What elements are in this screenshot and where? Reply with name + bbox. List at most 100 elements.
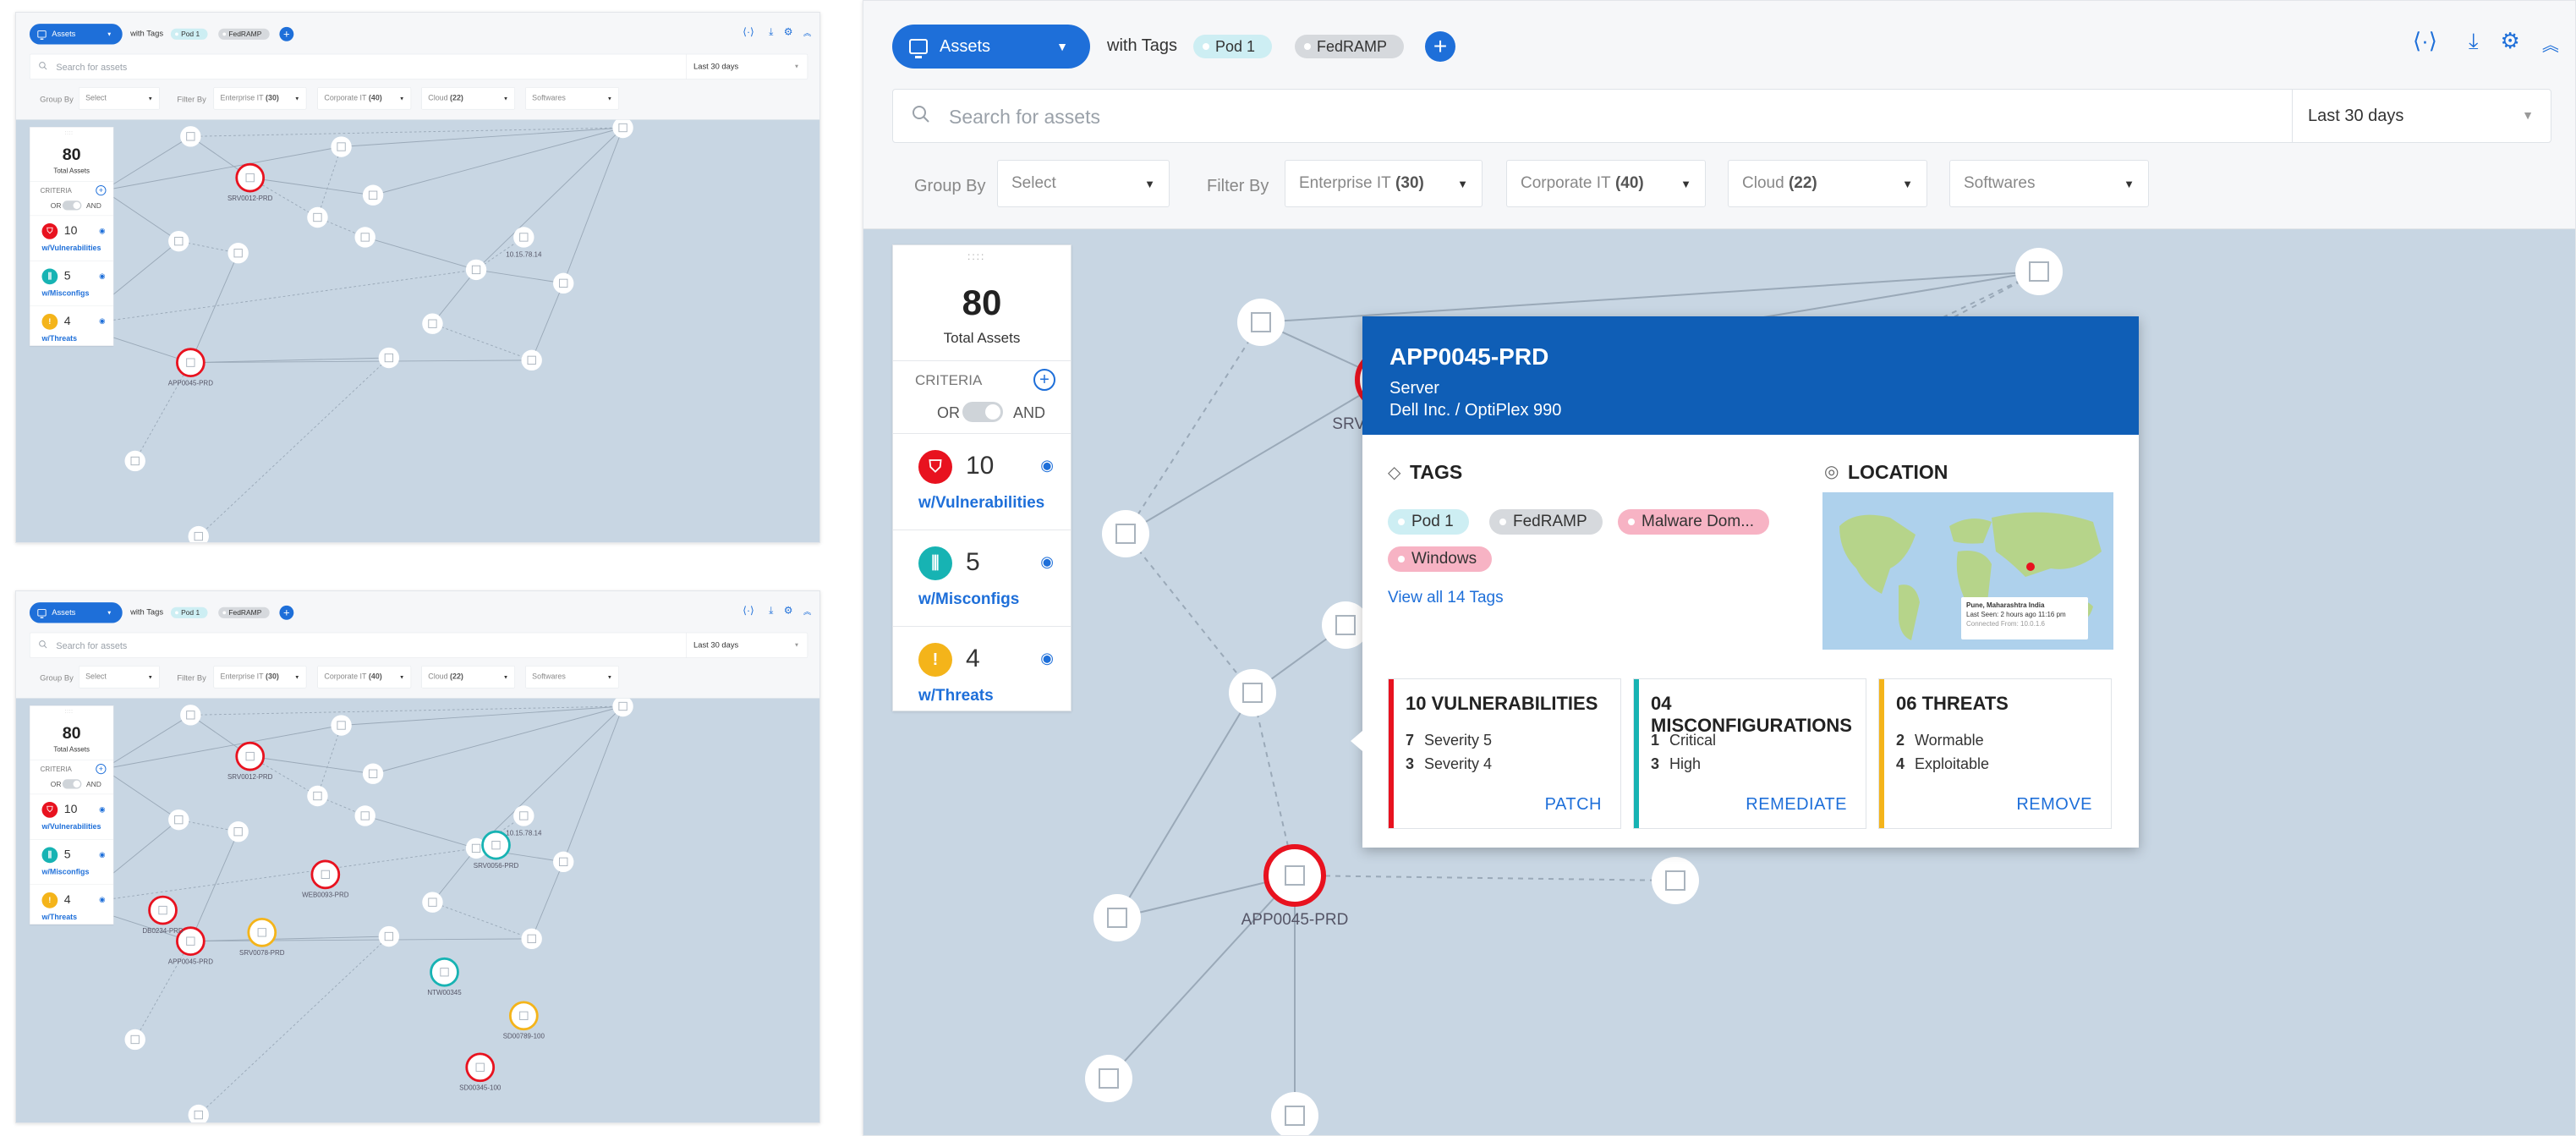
asset-node[interactable]: [1652, 857, 1699, 904]
filter-corporate-it[interactable]: Corporate IT (40) ▼: [317, 87, 412, 110]
vulnerabilities-label[interactable]: w/Vulnerabilities: [41, 822, 101, 831]
add-criteria-button[interactable]: +: [1033, 369, 1055, 391]
eye-icon[interactable]: ◉: [1040, 457, 1054, 475]
asset-node[interactable]: [124, 450, 145, 472]
filter-corporate-it[interactable]: Corporate IT (40) ▼: [317, 666, 412, 689]
share-icon[interactable]: ⟨·⟩: [2413, 28, 2437, 54]
eye-icon[interactable]: ◉: [99, 805, 105, 814]
criteria-threats[interactable]: ! 4 ◉ w/Threats: [30, 886, 112, 929]
asset-node[interactable]: [378, 925, 400, 947]
filter-softwares[interactable]: Softwares ▼: [525, 666, 619, 689]
asset-node[interactable]: [521, 928, 542, 950]
asset-graph[interactable]: [16, 119, 820, 543]
asset-node-srv0012[interactable]: [235, 162, 266, 193]
asset-node-srv0078[interactable]: [247, 917, 277, 947]
filter-softwares[interactable]: Softwares ▼: [525, 87, 619, 110]
group-by-select[interactable]: Select ▼: [997, 160, 1170, 207]
asset-node-web0093[interactable]: [310, 859, 341, 890]
download-icon[interactable]: ⤓: [769, 25, 773, 38]
asset-node[interactable]: [307, 206, 328, 228]
gear-icon[interactable]: ⚙: [784, 25, 793, 38]
asset-node[interactable]: [227, 821, 249, 842]
asset-node[interactable]: [465, 259, 487, 281]
asset-node[interactable]: [422, 313, 443, 334]
asset-node-ip[interactable]: [513, 227, 534, 248]
asset-node[interactable]: [521, 349, 542, 371]
collapse-icon[interactable]: ︽: [803, 606, 811, 617]
share-icon[interactable]: ⟨·⟩: [743, 25, 754, 38]
popup-tag-pod-1[interactable]: Pod 1: [1388, 509, 1469, 535]
criteria-threats[interactable]: ! 4 ◉ w/Threats: [893, 631, 1071, 721]
or-and-toggle[interactable]: [62, 779, 82, 789]
view-all-tags-link[interactable]: View all 14 Tags: [1388, 589, 1504, 607]
asset-graph-canvas[interactable]: SRV0012-PRD 10.15.78.14 APP0045-PRD SRV0056…: [16, 698, 820, 1123]
asset-graph[interactable]: [16, 698, 820, 1123]
filter-enterprise-it[interactable]: Enterprise IT (30) ▼: [213, 666, 307, 689]
asset-node-app0045[interactable]: [176, 348, 206, 378]
gear-icon[interactable]: ⚙: [784, 604, 793, 617]
eye-icon[interactable]: ◉: [1040, 650, 1054, 667]
asset-node[interactable]: [2015, 248, 2063, 295]
filter-corporate-it[interactable]: Corporate IT (40) ▼: [1506, 160, 1706, 207]
threats-label[interactable]: w/Threats: [41, 334, 77, 343]
or-and-toggle[interactable]: [62, 200, 82, 211]
tag-fedramp[interactable]: FedRAMP: [218, 28, 270, 40]
asset-node[interactable]: [188, 1104, 209, 1123]
misconfigs-label[interactable]: w/Misconfigs: [918, 590, 1019, 609]
asset-node[interactable]: [331, 715, 352, 736]
location-map[interactable]: Pune, Maharashtra India Last Seen: 2 hou…: [1822, 492, 2113, 650]
asset-node[interactable]: [180, 705, 201, 726]
asset-node[interactable]: [1237, 299, 1285, 346]
eye-icon[interactable]: ◉: [1040, 553, 1054, 571]
asset-node[interactable]: [307, 785, 328, 807]
criteria-misconfigs[interactable]: ⫼ 5 ◉ w/Misconfigs: [893, 535, 1071, 624]
search-input[interactable]: [56, 638, 493, 653]
or-and-toggle[interactable]: [962, 402, 1003, 422]
tag-fedramp[interactable]: FedRAMP: [1295, 35, 1405, 58]
group-by-select[interactable]: Select ▼: [79, 87, 160, 110]
tag-pod-1[interactable]: Pod 1: [170, 606, 208, 618]
tag-fedramp[interactable]: FedRAMP: [218, 606, 270, 618]
asset-node-app0045[interactable]: [1263, 844, 1326, 907]
drag-handle-icon[interactable]: ::::: [967, 250, 985, 262]
group-by-select[interactable]: Select ▼: [79, 666, 160, 689]
asset-node[interactable]: [1093, 894, 1141, 941]
collapse-icon[interactable]: ︽: [2542, 31, 2559, 56]
eye-icon[interactable]: ◉: [99, 272, 105, 280]
criteria-vulnerabilities[interactable]: ⛉ 10 ◉ w/Vulnerabilities: [30, 217, 112, 260]
asset-node[interactable]: [553, 851, 574, 873]
tag-pod-1[interactable]: Pod 1: [170, 28, 208, 40]
eye-icon[interactable]: ◉: [99, 850, 105, 859]
threats-label[interactable]: w/Threats: [41, 913, 77, 921]
misconfigs-label[interactable]: w/Misconfigs: [41, 289, 89, 298]
search-input[interactable]: [949, 102, 1879, 132]
criteria-vulnerabilities[interactable]: ⛉ 10 ◉ w/Vulnerabilities: [30, 796, 112, 838]
criteria-vulnerabilities[interactable]: ⛉ 10 ◉ w/Vulnerabilities: [893, 438, 1071, 528]
misconfigs-label[interactable]: w/Misconfigs: [41, 868, 89, 876]
download-icon[interactable]: ⤓: [2469, 28, 2479, 56]
asset-node-db0234[interactable]: [148, 895, 178, 925]
vulnerabilities-label[interactable]: w/Vulnerabilities: [918, 494, 1044, 513]
asset-node[interactable]: [378, 347, 400, 369]
date-range-select[interactable]: Last 30 days ▼: [2292, 90, 2551, 142]
popup-tag-fedramp[interactable]: FedRAMP: [1489, 509, 1603, 535]
filter-enterprise-it[interactable]: Enterprise IT (30) ▼: [1285, 160, 1483, 207]
asset-node[interactable]: [180, 126, 201, 147]
asset-node-ntw00345[interactable]: [430, 957, 459, 987]
asset-node-sd00345[interactable]: [465, 1052, 496, 1083]
asset-node[interactable]: [188, 525, 209, 543]
asset-node[interactable]: [354, 805, 375, 826]
add-criteria-button[interactable]: +: [96, 764, 107, 775]
asset-node[interactable]: [1085, 1055, 1132, 1102]
asset-node[interactable]: [1229, 669, 1276, 716]
download-icon[interactable]: ⤓: [769, 604, 773, 617]
popup-tag-malware[interactable]: Malware Dom...: [1618, 509, 1770, 535]
eye-icon[interactable]: ◉: [99, 317, 105, 326]
asset-node[interactable]: [168, 809, 189, 831]
filter-softwares[interactable]: Softwares ▼: [1949, 160, 2149, 207]
assets-dropdown[interactable]: Assets ▼: [29, 602, 123, 623]
vulnerabilities-label[interactable]: w/Vulnerabilities: [41, 244, 101, 252]
add-criteria-button[interactable]: +: [96, 185, 107, 196]
asset-node[interactable]: [168, 230, 189, 252]
remediate-button[interactable]: REMEDIATE: [1746, 795, 1847, 815]
